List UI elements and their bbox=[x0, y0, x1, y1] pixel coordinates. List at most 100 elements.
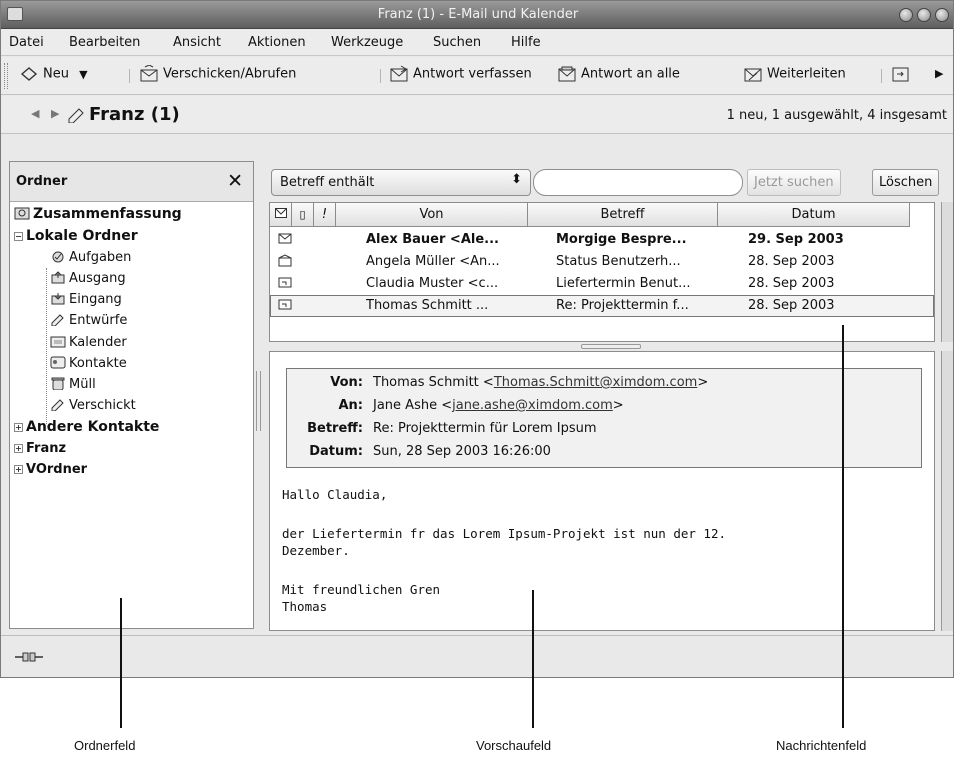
to-name: Jane Ashe < bbox=[373, 398, 453, 413]
menu-suchen[interactable]: Suchen bbox=[433, 35, 481, 50]
message-header-box: Von: Thomas Schmitt <Thomas.Schmitt@ximd… bbox=[286, 368, 922, 468]
search-criteria-select[interactable]: Betreff enthält ⬍ bbox=[271, 169, 531, 196]
folder-item-eingang[interactable]: Eingang bbox=[50, 292, 122, 307]
folder-item-ausgang[interactable]: Ausgang bbox=[50, 271, 126, 286]
toolbar-overflow-arrow-icon[interactable]: ▶ bbox=[935, 67, 943, 80]
message-row[interactable]: Claudia Muster <c... Liefertermin Benut.… bbox=[270, 273, 934, 295]
folder-label: VOrdner bbox=[26, 462, 88, 477]
expand-icon[interactable]: + bbox=[14, 423, 23, 432]
folder-item-lokale-ordner[interactable]: − Lokale Ordner bbox=[14, 228, 138, 244]
folder-label: Eingang bbox=[69, 292, 122, 307]
reply-all-button[interactable]: Antwort an alle bbox=[557, 65, 680, 83]
folder-item-andere-kontakte[interactable]: + Andere Kontakte bbox=[14, 419, 159, 435]
message-date: 28. Sep 2003 bbox=[748, 276, 835, 291]
toolbar: Neu ▼ Verschicken/Abrufen Antwort verfas… bbox=[1, 57, 953, 95]
folder-item-zusammenfassung[interactable]: Zusammenfassung bbox=[14, 206, 182, 222]
reply-button[interactable]: Antwort verfassen bbox=[389, 65, 532, 83]
forward-icon bbox=[744, 68, 762, 82]
folder-item-kalender[interactable]: Kalender bbox=[50, 335, 127, 350]
flag-column-header[interactable]: ! bbox=[314, 203, 336, 227]
to-close: > bbox=[612, 398, 624, 413]
folder-item-aufgaben[interactable]: Aufgaben bbox=[50, 250, 131, 265]
folder-item-entwuerfe[interactable]: Entwürfe bbox=[50, 313, 127, 328]
folder-item-muell[interactable]: Müll bbox=[50, 377, 96, 392]
move-button[interactable] bbox=[891, 65, 915, 83]
calendar-icon bbox=[50, 336, 66, 348]
new-message-icon bbox=[20, 67, 38, 81]
folder-label: Entwürfe bbox=[69, 313, 128, 328]
send-receive-label: Verschicken/Abrufen bbox=[163, 66, 297, 82]
message-from: Alex Bauer <Ale... bbox=[366, 232, 499, 247]
replied-envelope-icon bbox=[278, 277, 292, 288]
menu-bearbeiten[interactable]: Bearbeiten bbox=[69, 35, 140, 50]
to-email-link[interactable]: jane.ashe@ximdom.com bbox=[452, 398, 613, 413]
message-date: 28. Sep 2003 bbox=[748, 298, 835, 313]
callout-line-folder bbox=[120, 598, 122, 728]
search-input[interactable] bbox=[533, 169, 743, 196]
column-header-subject[interactable]: Betreff bbox=[528, 203, 718, 227]
message-subject: Re: Projekttermin f... bbox=[556, 298, 689, 313]
send-receive-button[interactable]: Verschicken/Abrufen bbox=[139, 65, 296, 83]
trash-icon bbox=[51, 377, 65, 390]
new-button[interactable]: Neu ▼ bbox=[19, 65, 88, 83]
preview-scrollbar[interactable] bbox=[941, 351, 953, 631]
minimize-button[interactable] bbox=[899, 8, 913, 22]
status-column-header[interactable] bbox=[270, 203, 292, 227]
back-arrow-icon[interactable]: ◀ bbox=[31, 107, 39, 120]
close-window-button[interactable] bbox=[935, 8, 949, 22]
tree-guide-line bbox=[46, 268, 47, 424]
callout-folder-pane: Ordnerfeld bbox=[74, 738, 136, 753]
outbox-icon bbox=[51, 271, 65, 284]
menu-aktionen[interactable]: Aktionen bbox=[248, 35, 306, 50]
forward-arrow-icon[interactable]: ▶ bbox=[51, 107, 59, 120]
tasks-icon bbox=[52, 251, 64, 263]
envelope-header-icon bbox=[274, 208, 287, 218]
message-row[interactable]: Alex Bauer <Ale... Morgige Bespre... 29.… bbox=[270, 229, 934, 251]
maximize-button[interactable] bbox=[917, 8, 931, 22]
menu-ansicht[interactable]: Ansicht bbox=[173, 35, 221, 50]
message-list-scrollbar[interactable] bbox=[941, 202, 953, 342]
message-from: Claudia Muster <c... bbox=[366, 276, 499, 291]
new-dropdown-arrow-icon[interactable]: ▼ bbox=[79, 68, 87, 81]
folder-item-kontakte[interactable]: Kontakte bbox=[50, 356, 127, 371]
callout-message-list: Nachrichtenfeld bbox=[776, 738, 867, 753]
folder-pane-title: Ordner bbox=[16, 174, 68, 189]
message-body-line: der Liefertermin fr das Lorem Ipsum-Proj… bbox=[282, 526, 727, 541]
message-row-selected[interactable]: Thomas Schmitt ... Re: Projekttermin f..… bbox=[270, 295, 934, 317]
menu-hilfe[interactable]: Hilfe bbox=[511, 35, 541, 50]
message-subject: Liefertermin Benut... bbox=[556, 276, 691, 291]
column-header-from[interactable]: Von bbox=[336, 203, 528, 227]
online-plug-icon[interactable] bbox=[15, 650, 43, 664]
from-email-link[interactable]: Thomas.Schmitt@ximdom.com bbox=[494, 375, 698, 390]
move-to-folder-icon bbox=[892, 67, 909, 82]
folder-label: Franz bbox=[26, 441, 67, 456]
menu-werkzeuge[interactable]: Werkzeuge bbox=[331, 35, 403, 50]
search-now-button[interactable]: Jetzt suchen bbox=[747, 169, 841, 196]
folder-label: Zusammenfassung bbox=[33, 206, 182, 222]
pane-splitter-horizontal[interactable] bbox=[581, 344, 641, 349]
folder-item-vordner[interactable]: + VOrdner bbox=[14, 462, 87, 477]
folder-label: Lokale Ordner bbox=[26, 228, 138, 244]
toolbar-grip[interactable] bbox=[4, 63, 8, 89]
menu-bar: Datei Bearbeiten Ansicht Aktionen Werkze… bbox=[1, 30, 953, 56]
clear-search-button[interactable]: Löschen bbox=[872, 169, 940, 196]
message-row[interactable]: Angela Müller <An... Status Benutzerh...… bbox=[270, 251, 934, 273]
attachment-column-header[interactable]: ▯ bbox=[292, 203, 314, 227]
toolbar-separator bbox=[129, 69, 130, 83]
close-folder-pane-icon[interactable]: ✕ bbox=[227, 170, 243, 192]
expand-icon[interactable]: + bbox=[14, 444, 23, 453]
collapse-icon[interactable]: − bbox=[14, 232, 23, 241]
status-bar bbox=[1, 635, 953, 677]
folder-pane: Ordner ✕ Zusammenfassung − Lokale Ordner … bbox=[9, 161, 254, 629]
header-from-label: Von: bbox=[330, 375, 363, 390]
menu-datei[interactable]: Datei bbox=[9, 35, 44, 50]
toolbar-separator bbox=[380, 69, 381, 83]
folder-label: Aufgaben bbox=[69, 250, 132, 265]
forward-button[interactable]: Weiterleiten bbox=[743, 65, 846, 83]
folder-item-franz[interactable]: + Franz bbox=[14, 441, 66, 456]
pane-splitter-vertical[interactable] bbox=[256, 371, 261, 431]
folder-item-verschickt[interactable]: Verschickt bbox=[50, 398, 136, 413]
expand-icon[interactable]: + bbox=[14, 465, 23, 474]
column-header-date[interactable]: Datum bbox=[718, 203, 910, 227]
drafts-icon bbox=[51, 314, 64, 326]
